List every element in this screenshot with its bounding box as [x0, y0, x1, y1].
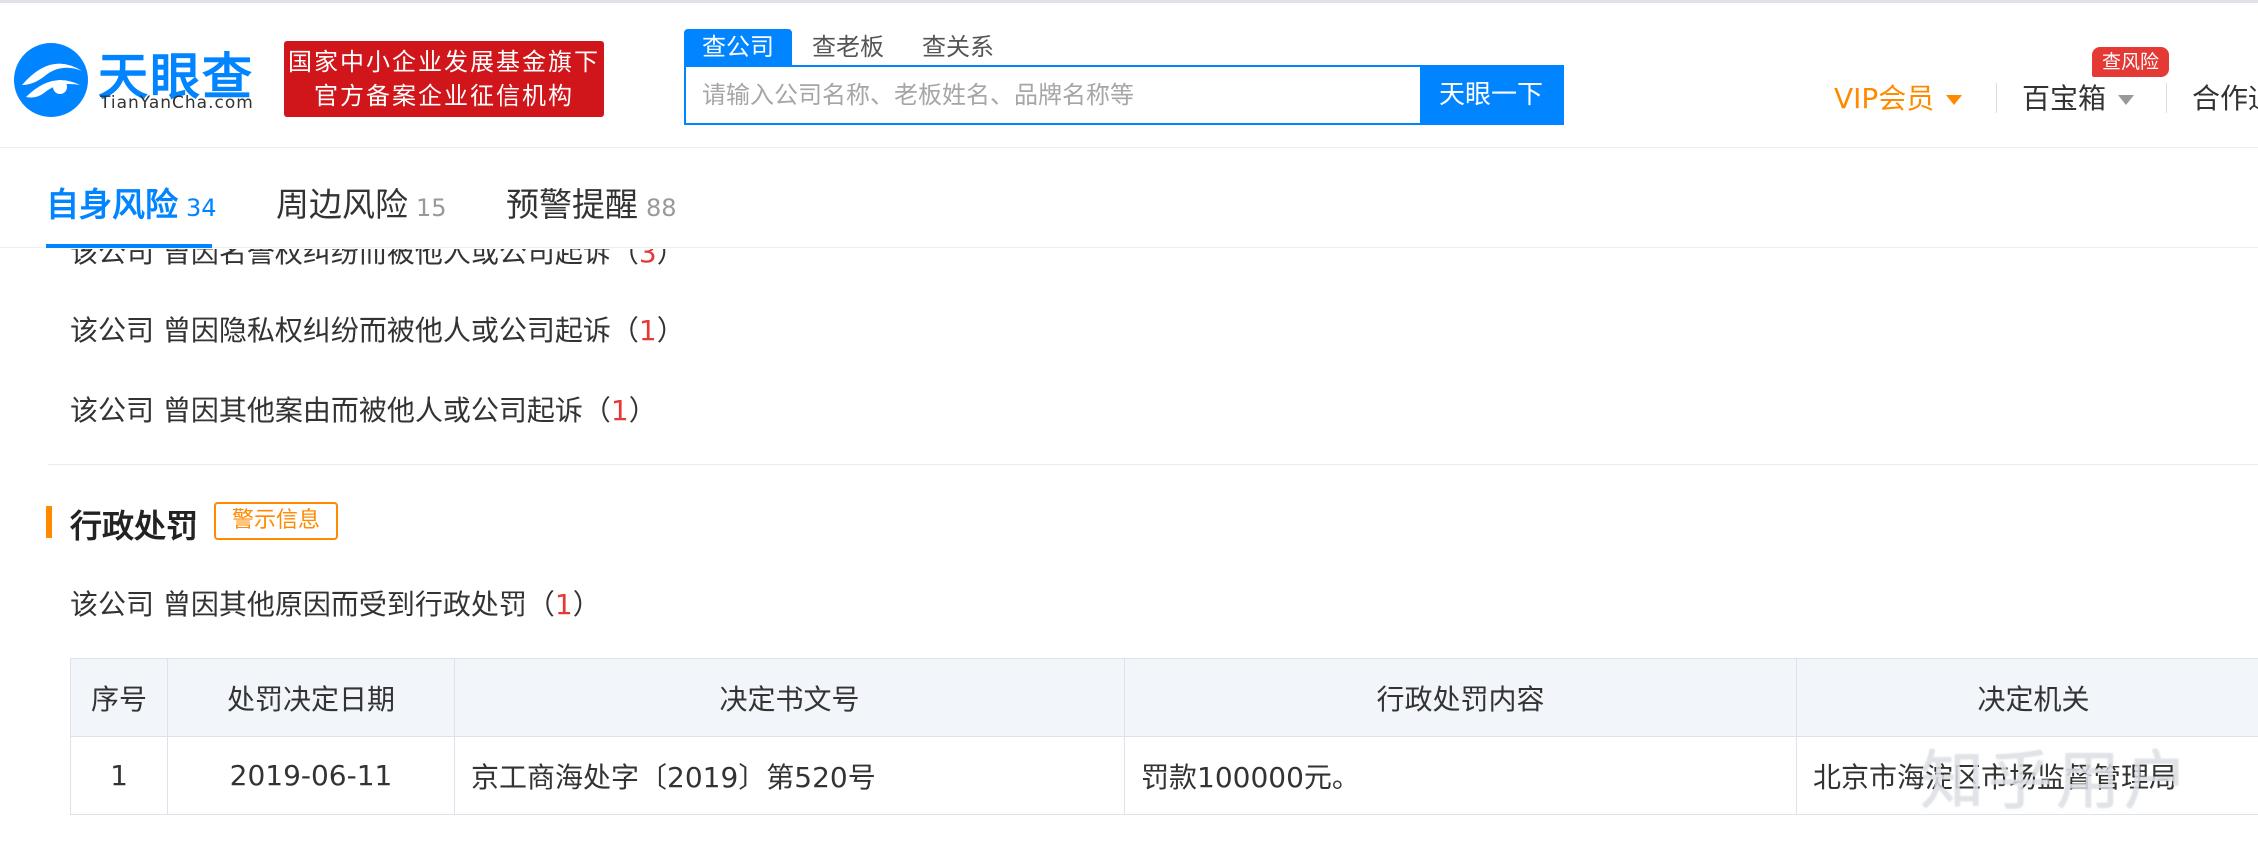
- page: 天眼查 TianYanCha.com 国家中小企业发展基金旗下 官方备案企业征信…: [0, 0, 2258, 848]
- lawsuit-count: 1: [638, 314, 657, 347]
- search-box: 天眼一下: [684, 65, 1564, 125]
- nav-divider: [1996, 83, 1997, 113]
- warning-info-tag: 警示信息: [214, 502, 339, 540]
- watermark: 知乎用户: [1920, 745, 2192, 819]
- tab-label: 预警提醒: [506, 185, 638, 224]
- tab-count: 88: [646, 194, 677, 222]
- cell-document-number[interactable]: 京工商海处字〔2019〕第520号: [454, 736, 1125, 815]
- column-header-penalty-content: 行政处罚内容: [1124, 658, 1797, 737]
- search-tab-relation[interactable]: 查关系: [904, 29, 1012, 65]
- vip-menu[interactable]: VIP会员: [1834, 79, 1963, 119]
- vip-label: VIP会员: [1834, 82, 1935, 115]
- cell-penalty-content: 罚款100000元。: [1124, 736, 1797, 815]
- lawsuit-suffix: ）: [628, 394, 657, 427]
- lawsuit-text: 该公司 曾因隐私权纠纷而被他人或公司起诉（: [70, 314, 639, 347]
- penalty-count: 1: [554, 588, 573, 621]
- penalty-summary-text: 该公司 曾因其他原因而受到行政处罚（: [70, 588, 555, 621]
- cell-date: 2019-06-11: [167, 736, 455, 815]
- eye-logo-icon: [14, 43, 88, 117]
- search-tab-company[interactable]: 查公司: [684, 29, 792, 65]
- lawsuit-suffix: ）: [656, 249, 685, 269]
- column-header-index: 序号: [70, 658, 168, 737]
- tab-count: 15: [416, 194, 447, 222]
- tab-label: 周边风险: [276, 185, 408, 224]
- search-tab-boss[interactable]: 查老板: [794, 29, 902, 65]
- section-accent-bar: [46, 506, 52, 538]
- government-badge: 国家中小企业发展基金旗下 官方备案企业征信机构: [284, 41, 604, 117]
- top-header: 天眼查 TianYanCha.com 国家中小企业发展基金旗下 官方备案企业征信…: [0, 0, 2258, 148]
- check-risk-badge[interactable]: 查风险: [2092, 47, 2170, 77]
- caret-down-icon: [2118, 95, 2135, 105]
- lawsuit-suffix: ）: [656, 314, 685, 347]
- cooperation-link[interactable]: 合作通: [2192, 79, 2258, 119]
- tab-surrounding-risk[interactable]: 周边风险 15: [276, 178, 447, 226]
- cell-index: 1: [70, 736, 168, 815]
- penalty-summary[interactable]: 该公司 曾因其他原因而受到行政处罚（1）: [70, 583, 601, 623]
- gov-badge-line-2: 官方备案企业征信机构: [314, 82, 574, 110]
- section-divider: [48, 464, 2258, 465]
- gov-badge-line-1: 国家中小企业发展基金旗下: [288, 48, 600, 76]
- lawsuit-text: 该公司 曾因名誉权纠纷而被他人或公司起诉（: [70, 249, 639, 269]
- tab-label: 自身风险: [46, 185, 178, 224]
- caret-down-icon: [1946, 95, 1963, 105]
- tianyancha-logo[interactable]: 天眼查 TianYanCha.com: [12, 37, 262, 119]
- search-button[interactable]: 天眼一下: [1420, 67, 1562, 123]
- lawsuit-line[interactable]: 该公司 曾因其他案由而被他人或公司起诉（1）: [70, 389, 657, 429]
- active-tab-underline: [46, 244, 212, 248]
- column-header-authority: 决定机关: [1796, 658, 2258, 737]
- tab-count: 34: [186, 194, 217, 222]
- table-header-row: 序号 处罚决定日期 决定书文号 行政处罚内容 决定机关: [70, 658, 2258, 737]
- risk-tabs: 自身风险 34 周边风险 15 预警提醒 88: [0, 148, 2258, 248]
- logo-english-name: TianYanCha.com: [100, 93, 254, 113]
- search-tabs: 查公司 查老板 查关系: [684, 29, 1014, 65]
- lawsuit-line[interactable]: 该公司 曾因名誉权纠纷而被他人或公司起诉（3）: [70, 249, 685, 271]
- search-area: 查公司 查老板 查关系 天眼一下: [684, 29, 1564, 127]
- lawsuit-count: 1: [610, 394, 629, 427]
- toolbox-menu[interactable]: 百宝箱: [2022, 79, 2135, 119]
- tab-own-risk[interactable]: 自身风险 34: [46, 178, 217, 226]
- lawsuit-count: 3: [638, 249, 657, 269]
- search-input[interactable]: [686, 67, 1420, 123]
- lawsuit-line[interactable]: 该公司 曾因隐私权纠纷而被他人或公司起诉（1）: [70, 309, 685, 349]
- tab-warning-alerts[interactable]: 预警提醒 88: [506, 178, 677, 226]
- column-header-document-number: 决定书文号: [454, 658, 1125, 737]
- toolbox-label: 百宝箱: [2022, 82, 2107, 115]
- section-title-admin-penalty: 行政处罚: [70, 507, 199, 545]
- lawsuit-text: 该公司 曾因其他案由而被他人或公司起诉（: [70, 394, 611, 427]
- column-header-date: 处罚决定日期: [167, 658, 455, 737]
- penalty-summary-suffix: ）: [572, 588, 601, 621]
- nav-divider: [2166, 83, 2167, 113]
